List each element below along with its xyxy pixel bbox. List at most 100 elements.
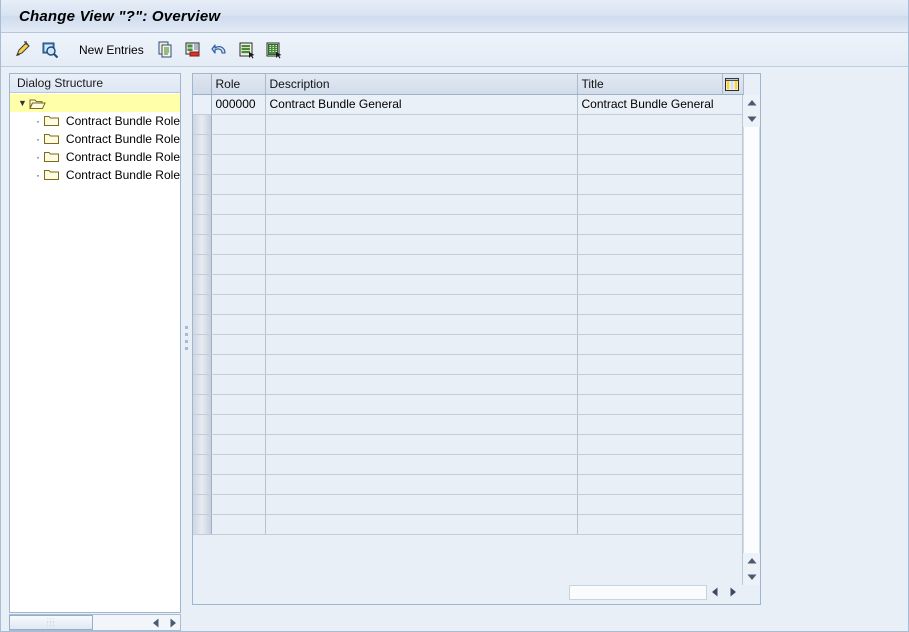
cell-description[interactable]	[265, 494, 578, 515]
table-row[interactable]	[193, 294, 744, 315]
cell-role[interactable]	[211, 114, 266, 135]
scroll-right-icon[interactable]	[724, 585, 741, 600]
cell-role[interactable]	[211, 214, 266, 235]
row-select-cell[interactable]	[193, 354, 212, 375]
cell-role[interactable]	[211, 294, 266, 315]
cell-title[interactable]	[577, 374, 744, 395]
row-select-cell[interactable]	[193, 94, 212, 115]
cell-title[interactable]	[577, 294, 744, 315]
cell-description[interactable]	[265, 254, 578, 275]
cell-title[interactable]	[577, 494, 744, 515]
table-vertical-scrollbar[interactable]	[742, 95, 760, 585]
row-select-cell[interactable]	[193, 454, 212, 475]
table-row[interactable]	[193, 154, 744, 175]
cell-description[interactable]	[265, 414, 578, 435]
cell-title[interactable]	[577, 154, 744, 175]
cell-title[interactable]	[577, 414, 744, 435]
cell-role[interactable]	[211, 514, 266, 535]
cell-title[interactable]	[577, 394, 744, 415]
table-row[interactable]	[193, 514, 744, 535]
delete-icon[interactable]	[181, 38, 205, 62]
cell-description[interactable]	[265, 334, 578, 355]
row-select-cell[interactable]	[193, 194, 212, 215]
tree-root-node[interactable]: ▼	[10, 94, 180, 112]
table-row[interactable]	[193, 414, 744, 435]
table-row[interactable]	[193, 334, 744, 355]
cell-role[interactable]	[211, 274, 266, 295]
edit-pencil-icon[interactable]	[11, 38, 35, 62]
cell-description[interactable]	[265, 514, 578, 535]
cell-title[interactable]: Contract Bundle General	[577, 94, 744, 115]
row-select-cell[interactable]	[193, 314, 212, 335]
cell-title[interactable]	[577, 334, 744, 355]
row-select-cell[interactable]	[193, 174, 212, 195]
row-select-cell[interactable]	[193, 374, 212, 395]
scroll-page-down-icon[interactable]	[743, 111, 760, 127]
table-horizontal-scrollbar[interactable]	[569, 584, 741, 600]
row-select-cell[interactable]	[193, 114, 212, 135]
table-row[interactable]	[193, 394, 744, 415]
table-row[interactable]	[193, 474, 744, 495]
table-row[interactable]	[193, 174, 744, 195]
cell-role[interactable]	[211, 134, 266, 155]
table-row[interactable]	[193, 374, 744, 395]
cell-role[interactable]	[211, 154, 266, 175]
horizontal-scroll-track[interactable]	[569, 584, 707, 600]
table-row[interactable]	[193, 434, 744, 455]
sidebar-item-contract-bundle-role-2[interactable]: · Contract Bundle Role	[10, 130, 180, 148]
scroll-page-up-icon[interactable]	[743, 553, 760, 569]
cell-role[interactable]	[211, 414, 266, 435]
table-row[interactable]	[193, 114, 744, 135]
cell-description[interactable]	[265, 474, 578, 495]
cell-role[interactable]: 000000	[211, 94, 266, 115]
cell-description[interactable]	[265, 374, 578, 395]
column-header-description[interactable]: Description	[265, 74, 578, 95]
select-all-icon[interactable]	[235, 38, 259, 62]
cell-title[interactable]	[577, 434, 744, 455]
table-row[interactable]	[193, 314, 744, 335]
cell-role[interactable]	[211, 374, 266, 395]
cell-description[interactable]	[265, 314, 578, 335]
table-row[interactable]	[193, 274, 744, 295]
cell-description[interactable]	[265, 434, 578, 455]
row-select-cell[interactable]	[193, 154, 212, 175]
cell-description[interactable]	[265, 234, 578, 255]
cell-role[interactable]	[211, 334, 266, 355]
cell-description[interactable]	[265, 114, 578, 135]
cell-title[interactable]	[577, 314, 744, 335]
row-select-cell[interactable]	[193, 234, 212, 255]
row-select-cell[interactable]	[193, 294, 212, 315]
row-select-cell[interactable]	[193, 474, 212, 495]
sidebar-item-contract-bundle-role-3[interactable]: · Contract Bundle Role	[10, 148, 180, 166]
cell-role[interactable]	[211, 174, 266, 195]
column-header-title[interactable]: Title	[577, 74, 744, 95]
cell-description[interactable]: Contract Bundle General	[265, 94, 578, 115]
row-select-cell[interactable]	[193, 494, 212, 515]
cell-role[interactable]	[211, 394, 266, 415]
cell-description[interactable]	[265, 394, 578, 415]
row-select-cell[interactable]	[193, 254, 212, 275]
table-row[interactable]	[193, 354, 744, 375]
row-select-cell[interactable]	[193, 134, 212, 155]
scroll-left-icon[interactable]	[707, 585, 724, 600]
sidebar-item-contract-bundle-role-1[interactable]: · Contract Bundle Role	[10, 112, 180, 130]
scroll-down-icon[interactable]	[743, 569, 760, 585]
table-row[interactable]	[193, 214, 744, 235]
select-all-column-header[interactable]	[193, 74, 212, 95]
cell-description[interactable]	[265, 454, 578, 475]
row-select-cell[interactable]	[193, 414, 212, 435]
display-magnifier-icon[interactable]	[38, 38, 62, 62]
cell-description[interactable]	[265, 134, 578, 155]
sidebar-item-contract-bundle-role-4[interactable]: · Contract Bundle Role	[10, 166, 180, 184]
table-row[interactable]	[193, 134, 744, 155]
table-settings-icon[interactable]	[722, 74, 741, 95]
cell-description[interactable]	[265, 154, 578, 175]
copy-icon[interactable]	[154, 38, 178, 62]
cell-description[interactable]	[265, 194, 578, 215]
table-row[interactable]: 000000 Contract Bundle General Contract Bu…	[193, 94, 744, 115]
table-row[interactable]	[193, 494, 744, 515]
cell-title[interactable]	[577, 134, 744, 155]
chevron-down-icon[interactable]: ▼	[16, 98, 29, 108]
undo-icon[interactable]	[208, 38, 232, 62]
scroll-up-icon[interactable]	[743, 95, 760, 111]
